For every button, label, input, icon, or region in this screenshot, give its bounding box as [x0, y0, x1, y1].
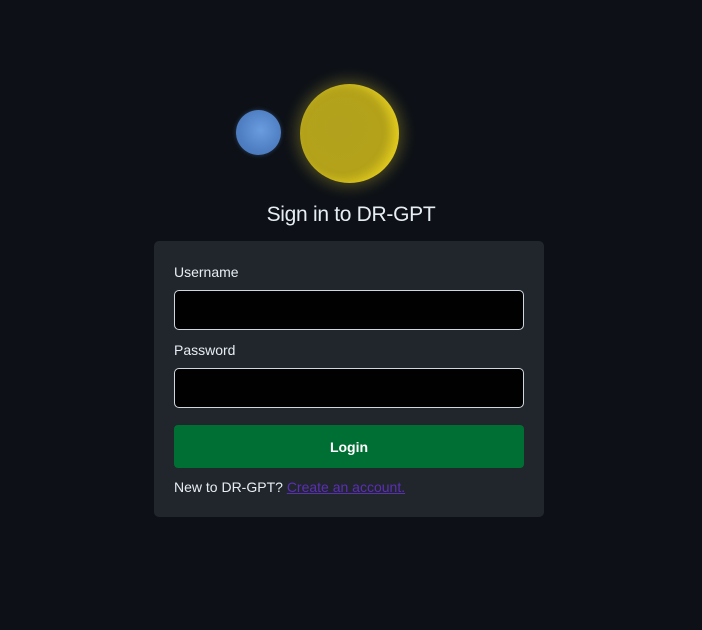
login-button[interactable]: Login	[174, 425, 524, 468]
app-logo	[0, 0, 702, 200]
password-label: Password	[174, 342, 236, 358]
password-input[interactable]	[174, 368, 524, 408]
moon-icon	[300, 84, 399, 183]
login-page: Sign in to DR-GPT Username Password Logi…	[0, 0, 702, 630]
username-label: Username	[174, 264, 239, 280]
signup-prompt: New to DR-GPT? Create an account.	[174, 479, 405, 495]
signup-prompt-text: New to DR-GPT?	[174, 479, 283, 495]
login-card: Username Password Login New to DR-GPT? C…	[154, 241, 544, 517]
page-title: Sign in to DR-GPT	[266, 203, 436, 226]
planet-icon	[236, 110, 281, 155]
create-account-link[interactable]: Create an account.	[287, 479, 405, 495]
username-input[interactable]	[174, 290, 524, 330]
